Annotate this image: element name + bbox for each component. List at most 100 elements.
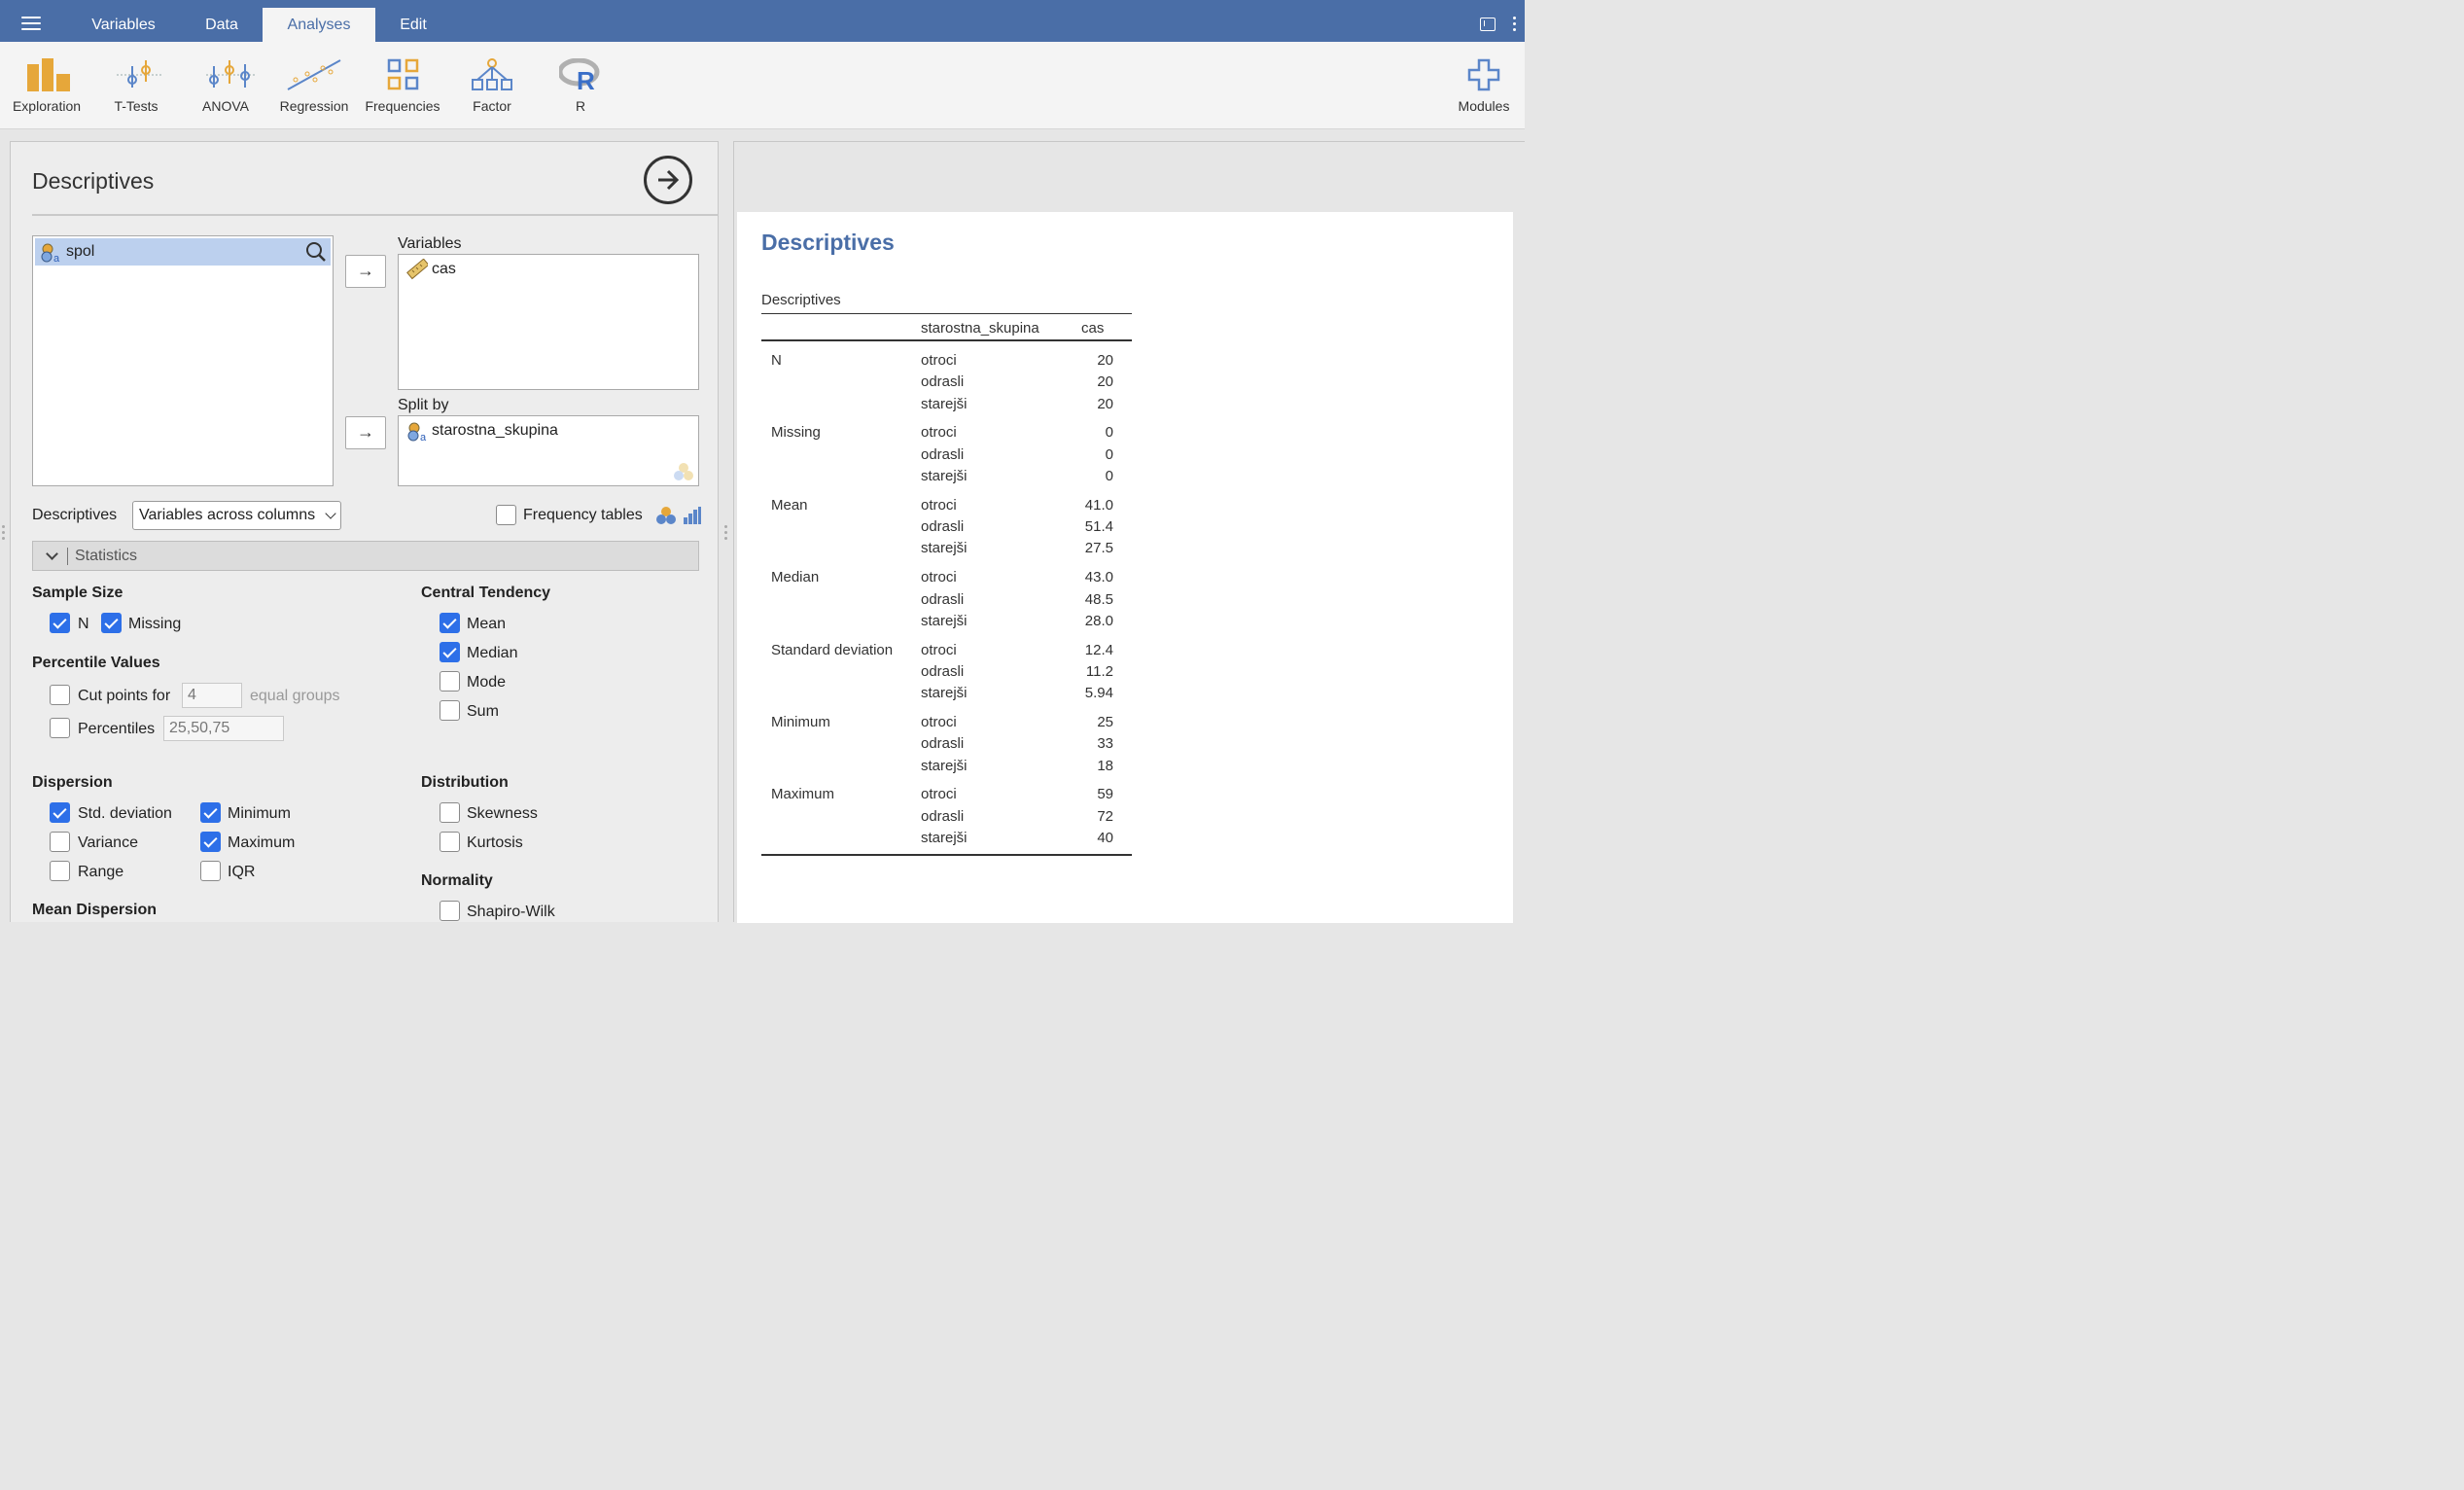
ribbon-frequencies-label: Frequencies	[365, 98, 440, 114]
frequencies-icon	[387, 58, 419, 90]
group-label: odrasli	[921, 518, 965, 536]
factor-icon	[472, 58, 512, 90]
maximum-label: Maximum	[228, 834, 296, 851]
ribbon-regression-button[interactable]: Regression	[269, 42, 359, 129]
ribbon-frequencies-button[interactable]: Frequencies	[358, 42, 447, 129]
table-bottom-rule	[761, 854, 1132, 856]
nominal-types-icon	[674, 463, 693, 480]
ribbon-r-button[interactable]: R R	[536, 42, 625, 129]
group-label: odrasli	[921, 590, 965, 608]
analyses-ribbon: Exploration T-Tests ANOVA Regression Fre…	[0, 42, 1525, 129]
hamburger-menu-icon[interactable]	[21, 17, 41, 30]
tab-data[interactable]: Data	[183, 8, 261, 42]
percentiles-input[interactable]: 25,50,75	[163, 716, 284, 741]
shapiro-wilk-checkbox[interactable]	[440, 901, 460, 921]
plus-icon	[1467, 58, 1500, 91]
stat-label: N	[771, 352, 782, 369]
ribbon-factor-button[interactable]: Factor	[447, 42, 537, 129]
descriptives-layout-label: Descriptives	[32, 507, 118, 523]
value-cell: 33	[1097, 735, 1113, 753]
maximum-checkbox[interactable]	[200, 832, 221, 852]
normality-heading: Normality	[421, 872, 493, 889]
missing-checkbox[interactable]	[101, 613, 122, 633]
kurtosis-checkbox[interactable]	[440, 832, 460, 852]
statistics-section-header[interactable]: Statistics	[32, 541, 699, 571]
group-label: starejši	[921, 830, 968, 846]
variables-label: Variables	[398, 235, 462, 252]
header-separator	[67, 548, 68, 565]
cut-points-input[interactable]: 4	[182, 683, 242, 708]
percentiles-label: Percentiles	[78, 721, 156, 737]
group-label: starejši	[921, 612, 968, 629]
stat-label: Median	[771, 569, 820, 586]
tab-analyses[interactable]: Analyses	[263, 8, 375, 42]
mean-checkbox[interactable]	[440, 613, 460, 633]
move-to-variables-button[interactable]: →	[345, 255, 386, 288]
move-to-split-by-button[interactable]: →	[345, 416, 386, 449]
n-label: N	[78, 616, 89, 632]
group-label: starejši	[921, 468, 968, 484]
continuous-variable-icon	[406, 259, 428, 280]
minimum-checkbox[interactable]	[200, 802, 221, 823]
value-cell: 20	[1097, 352, 1113, 369]
title-divider	[32, 214, 719, 216]
equal-groups-label: equal groups	[250, 688, 340, 704]
group-label: odrasli	[921, 373, 965, 391]
ribbon-modules-button[interactable]: Modules	[1439, 42, 1529, 129]
group-label: starejši	[921, 540, 968, 557]
tab-edit[interactable]: Edit	[379, 8, 447, 42]
variable-name: cas	[432, 261, 456, 277]
variance-checkbox[interactable]	[50, 832, 70, 852]
value-cell: 20	[1097, 395, 1113, 412]
anova-icon	[206, 60, 255, 88]
value-cell: 59	[1097, 786, 1113, 803]
variable-item-spol[interactable]: a spol	[35, 238, 331, 266]
n-checkbox[interactable]	[50, 613, 70, 633]
group-label: otroci	[921, 424, 957, 442]
sample-size-heading: Sample Size	[32, 585, 123, 601]
sum-checkbox[interactable]	[440, 700, 460, 721]
more-options-icon[interactable]	[1513, 17, 1517, 34]
ribbon-factor-label: Factor	[473, 98, 511, 114]
source-variables-list[interactable]: a spol	[32, 235, 334, 486]
ribbon-anova-button[interactable]: ANOVA	[181, 42, 270, 129]
layout-select[interactable]: Variables across columns	[132, 501, 341, 530]
ribbon-t-tests-button[interactable]: T-Tests	[91, 42, 181, 129]
value-cell: 28.0	[1084, 612, 1113, 629]
ribbon-modules-label: Modules	[1458, 98, 1510, 114]
ribbon-exploration-label: Exploration	[12, 98, 82, 114]
r-icon: R	[559, 58, 600, 91]
split-by-target-list[interactable]: a starostna_skupina	[398, 415, 699, 486]
column-header-group: starostna_skupina	[921, 320, 1039, 337]
left-splitter-handle[interactable]	[2, 525, 5, 543]
results-panel: Descriptives Descriptives starostna_skup…	[733, 141, 1525, 923]
options-title: Descriptives	[32, 168, 155, 194]
search-icon[interactable]	[305, 241, 327, 263]
range-checkbox[interactable]	[50, 861, 70, 881]
cut-points-checkbox[interactable]	[50, 685, 70, 705]
tab-variables[interactable]: Variables	[70, 8, 177, 42]
skewness-checkbox[interactable]	[440, 802, 460, 823]
value-cell: 12.4	[1084, 641, 1113, 658]
top-menu-bar: Variables Data Analyses Edit	[0, 0, 1525, 42]
close-options-button[interactable]	[644, 156, 692, 204]
percentiles-checkbox[interactable]	[50, 718, 70, 738]
frequency-tables-checkbox[interactable]	[496, 505, 516, 525]
median-checkbox[interactable]	[440, 642, 460, 662]
svg-text:a: a	[53, 253, 60, 263]
iqr-checkbox[interactable]	[200, 861, 221, 881]
regression-icon	[287, 59, 341, 90]
central-tendency-heading: Central Tendency	[421, 585, 551, 601]
dispersion-heading: Dispersion	[32, 774, 113, 791]
results-title: Descriptives	[761, 230, 895, 255]
std-deviation-checkbox[interactable]	[50, 802, 70, 823]
group-label: odrasli	[921, 662, 965, 680]
center-splitter-handle[interactable]	[724, 525, 727, 543]
toggle-results-icon[interactable]	[1480, 18, 1496, 31]
mode-checkbox[interactable]	[440, 671, 460, 692]
group-label: starejši	[921, 685, 968, 702]
variables-target-list[interactable]: cas	[398, 254, 699, 390]
chevron-down-icon	[46, 548, 58, 560]
ribbon-exploration-button[interactable]: Exploration	[2, 42, 91, 129]
layout-select-value: Variables across columns	[139, 507, 316, 523]
